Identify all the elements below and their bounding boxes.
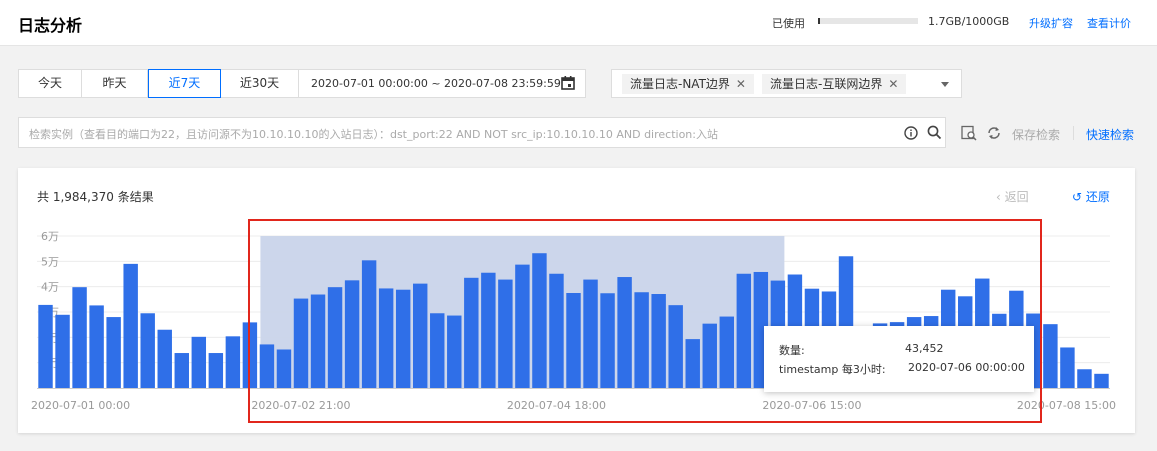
divider xyxy=(1073,126,1074,140)
close-icon[interactable]: ✕ xyxy=(888,77,898,91)
source-tag-internet: 流量日志-互联网边界 ✕ xyxy=(762,74,907,94)
histogram-chart[interactable]: 1万2万3万4万5万6万2020-07-01 00:002020-07-02 2… xyxy=(18,168,1135,433)
tooltip-time-label: timestamp 每3小时: xyxy=(779,363,886,376)
time-range-selector: 今天 昨天 近7天 近30天 2020-07-01 00:00:00 ~ 202… xyxy=(18,69,586,98)
bar xyxy=(106,317,121,388)
bar xyxy=(208,353,224,388)
time-option-30days[interactable]: 近30天 xyxy=(221,70,299,97)
bar xyxy=(157,329,172,388)
upgrade-link[interactable]: 升级扩容 xyxy=(1029,15,1073,31)
calendar-icon[interactable] xyxy=(561,76,575,90)
x-tick-label: 2020-07-06 15:00 xyxy=(762,399,861,412)
bar xyxy=(72,287,87,388)
search-icon[interactable] xyxy=(927,125,942,140)
top-bar: 日志分析 已使用 1.7GB/1000GB 升级扩容 查看计价 xyxy=(0,0,1157,46)
bar xyxy=(174,353,189,388)
search-history-icon[interactable] xyxy=(961,125,977,141)
bar xyxy=(55,314,70,388)
tooltip-count-label: 数量: xyxy=(779,344,805,357)
x-tick-label: 2020-07-08 15:00 xyxy=(1017,399,1116,412)
bar xyxy=(1094,373,1109,388)
bar xyxy=(225,336,241,388)
save-search-button[interactable]: 保存检索 xyxy=(1012,126,1060,143)
bar xyxy=(1043,324,1058,388)
time-option-today[interactable]: 今天 xyxy=(19,70,82,97)
bar xyxy=(140,313,155,388)
refresh-icon[interactable] xyxy=(986,125,1002,141)
y-tick-label: 5万 xyxy=(41,255,59,268)
date-range-text: 2020-07-01 00:00:00 ~ 2020-07-08 23:59:5… xyxy=(311,77,561,90)
histogram-card: 共 1,984,370 条结果 ‹ 返回 ↺ 还原 1万2万3万4万5万6万20… xyxy=(18,168,1135,433)
page-title: 日志分析 xyxy=(18,16,83,35)
bar xyxy=(1060,347,1075,388)
x-tick-label: 2020-07-02 21:00 xyxy=(251,399,350,412)
quick-search-link[interactable]: 快速检索 xyxy=(1086,126,1134,143)
search-placeholder: 检索实例（查看目的端口为22，且访问源不为10.10.10.10的入站日志）：d… xyxy=(29,128,718,141)
time-option-yesterday[interactable]: 昨天 xyxy=(82,70,148,97)
caret-down-icon[interactable] xyxy=(941,82,949,87)
usage-value: 1.7GB/1000GB xyxy=(928,15,1010,28)
close-icon[interactable]: ✕ xyxy=(736,77,746,91)
usage-label: 已使用 xyxy=(772,17,805,30)
info-icon[interactable] xyxy=(904,126,918,140)
pricing-link[interactable]: 查看计价 xyxy=(1087,15,1131,31)
bar xyxy=(89,305,104,388)
source-tag-label: 流量日志-互联网边界 xyxy=(770,77,883,91)
bar xyxy=(1077,369,1092,388)
tooltip-time-value: 2020-07-06 00:00:00 xyxy=(908,361,1025,374)
bar xyxy=(242,322,258,388)
x-tick-label: 2020-07-04 18:00 xyxy=(507,399,606,412)
usage-progress-fill xyxy=(818,18,820,24)
date-range-picker[interactable]: 2020-07-01 00:00:00 ~ 2020-07-08 23:59:5… xyxy=(299,70,585,97)
y-tick-label: 4万 xyxy=(41,281,59,294)
search-input[interactable]: 检索实例（查看目的端口为22，且访问源不为10.10.10.10的入站日志）：d… xyxy=(18,117,946,148)
source-tag-nat: 流量日志-NAT边界 ✕ xyxy=(622,74,754,94)
source-tag-label: 流量日志-NAT边界 xyxy=(630,77,730,91)
usage-progress-bar xyxy=(818,18,918,24)
time-option-7days[interactable]: 近7天 xyxy=(148,69,221,98)
log-source-select[interactable]: 流量日志-NAT边界 ✕ 流量日志-互联网边界 ✕ xyxy=(611,69,962,98)
bar xyxy=(123,263,138,388)
chart-tooltip: 数量: 43,452 timestamp 每3小时: 2020-07-06 00… xyxy=(764,326,1034,392)
x-tick-label: 2020-07-01 00:00 xyxy=(31,399,130,412)
y-tick-label: 6万 xyxy=(41,230,59,243)
bar xyxy=(191,336,207,388)
tooltip-count-value: 43,452 xyxy=(905,342,944,355)
bar xyxy=(38,304,53,388)
